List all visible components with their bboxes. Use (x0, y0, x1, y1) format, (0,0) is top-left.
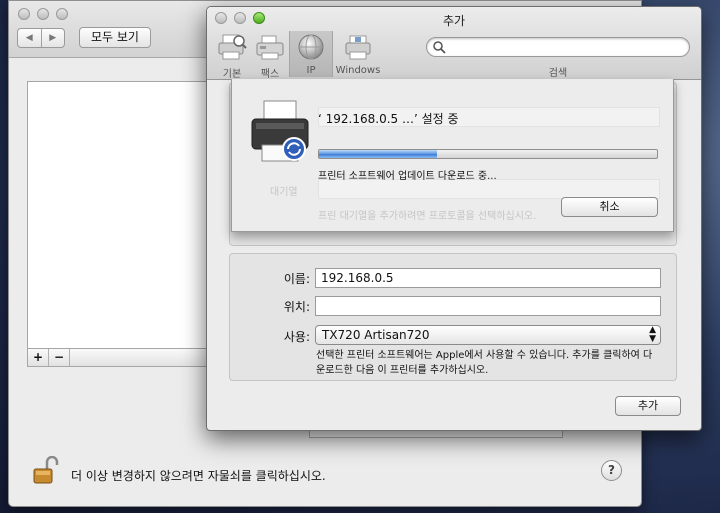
printer-details-group: 이름: 192.168.0.5 위치: 사용: TX720 Artisan720… (229, 253, 677, 381)
nav-segmented-control: ◀ ▶ (17, 28, 65, 48)
use-label: 사용: (283, 330, 310, 344)
list-buttons: + − (27, 349, 217, 367)
toolbar-item-fax[interactable]: 팩스 (248, 31, 292, 80)
ghost-queue-field (318, 179, 660, 199)
forward-button[interactable]: ▶ (40, 29, 65, 47)
search-input[interactable] (426, 37, 690, 57)
remove-printer-button[interactable]: − (49, 349, 70, 366)
toolbar-item-ip[interactable]: IP (289, 31, 333, 77)
add-printer-button[interactable]: + (28, 349, 49, 366)
close-button[interactable] (18, 8, 30, 20)
setup-progress-sheet: 대기열 프린 대기열을 추가하려면 프로토콜을 선택하십시오. ‘ 192.16… (231, 79, 674, 232)
help-button[interactable]: ? (601, 460, 622, 481)
lock-hint-text: 더 이상 변경하지 않으려면 자물쇠를 클릭하십시오. (71, 469, 326, 483)
windows-printer-icon (345, 35, 371, 60)
driver-popup-value: TX720 Artisan720 (322, 328, 430, 342)
toolbar-item-windows[interactable]: Windows (335, 31, 381, 77)
printer-list[interactable] (27, 81, 217, 349)
download-progress-bar (318, 149, 658, 159)
unlocked-padlock-icon[interactable] (33, 456, 59, 484)
download-progress-fill (319, 150, 438, 158)
location-label: 위치: (283, 300, 310, 314)
toolbar-label-fax: 팩스 (260, 69, 280, 80)
name-label: 이름: (283, 272, 310, 286)
toolbar-label-ip: IP (306, 65, 316, 76)
globe-icon (298, 34, 324, 60)
minimize-button[interactable] (37, 8, 49, 20)
default-printer-icon (218, 34, 247, 60)
search-label: 검색 (548, 68, 568, 79)
search-icon (433, 41, 446, 54)
add-printer-window: 추가 기본 팩스 IP Windows 검색 대기열 프린 대기열을 추가하려면… (206, 6, 702, 431)
toolbar-label-windows: Windows (335, 65, 381, 76)
location-field[interactable] (315, 296, 661, 316)
printer-setup-icon (251, 100, 309, 162)
back-button[interactable]: ◀ (18, 29, 41, 47)
name-field[interactable]: 192.168.0.5 (315, 268, 661, 288)
updown-arrows-icon: ▲ ▼ (649, 325, 656, 344)
driver-note-text: 선택한 프린터 소프트웨어는 Apple에서 사용할 수 있습니다. 추가를 클… (316, 350, 653, 376)
cancel-button[interactable]: 취소 (561, 197, 658, 217)
setup-title: ‘ 192.168.0.5 …’ 설정 중 (318, 112, 459, 126)
show-all-button[interactable]: 모두 보기 (79, 27, 151, 48)
ghost-hint-text: 프린 대기열을 추가하려면 프로토콜을 선택하십시오. (318, 211, 537, 222)
download-status-text: 프린터 소프트웨어 업데이트 다운로드 중... (318, 171, 497, 182)
fax-icon (256, 35, 284, 60)
dialog-title: 추가 (442, 14, 466, 28)
dialog-toolbar: 추가 기본 팩스 IP Windows 검색 (207, 7, 701, 80)
add-button[interactable]: 추가 (615, 396, 681, 416)
driver-popup[interactable]: TX720 Artisan720 ▲ ▼ (315, 325, 661, 345)
zoom-button[interactable] (56, 8, 68, 20)
ghost-queue-label: 대기열 (270, 187, 298, 198)
